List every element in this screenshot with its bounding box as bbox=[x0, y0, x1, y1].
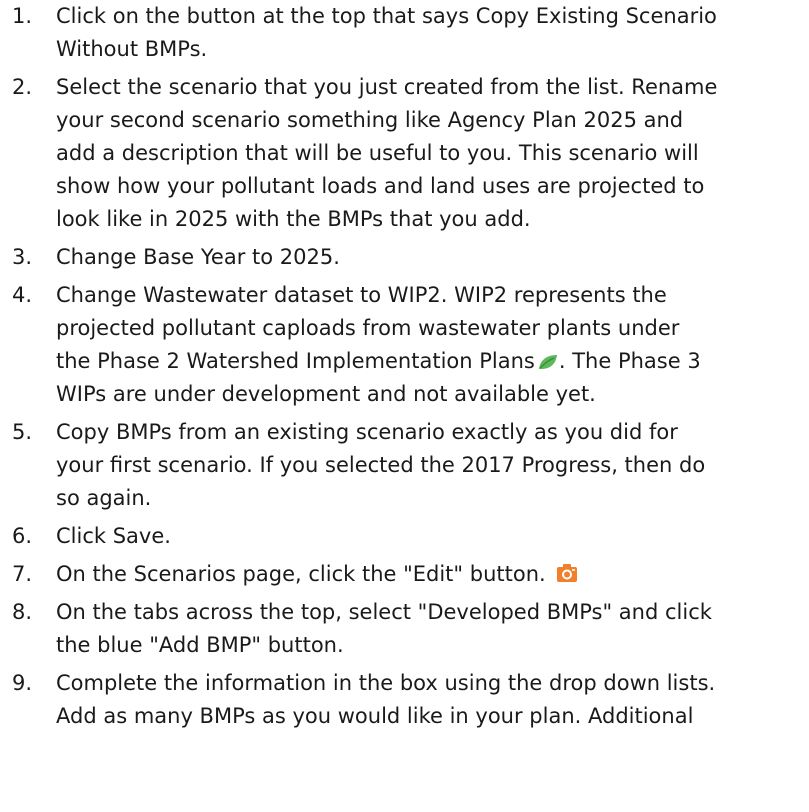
step-9: 9. Complete the information in the box u… bbox=[0, 667, 809, 733]
step-text-line: Change Wastewater dataset to WIP2. WIP2 … bbox=[56, 283, 667, 307]
step-1: 1. Click on the button at the top that s… bbox=[0, 0, 809, 66]
step-text-line: WIPs are under development and not avail… bbox=[56, 382, 596, 406]
step-text-line: Select the scenario that you just create… bbox=[56, 75, 718, 99]
step-text-line: the blue "Add BMP" button. bbox=[56, 633, 344, 657]
step-number: 2. bbox=[12, 75, 33, 99]
step-text-line: Add as many BMPs as you would like in yo… bbox=[56, 704, 694, 728]
step-number: 4. bbox=[12, 283, 33, 307]
step-text-line: your second scenario something like Agen… bbox=[56, 108, 684, 132]
step-text-line: the Phase 2 Watershed Implementation Pla… bbox=[56, 345, 809, 378]
step-8: 8. On the tabs across the top, select "D… bbox=[0, 596, 809, 662]
step-text-segment: the Phase 2 Watershed Implementation Pla… bbox=[56, 349, 535, 373]
step-text-line: Copy BMPs from an existing scenario exac… bbox=[56, 420, 678, 444]
camera-icon[interactable] bbox=[556, 563, 578, 583]
step-6: 6. Click Save. bbox=[0, 520, 809, 553]
step-text-line: your first scenario. If you selected the… bbox=[56, 453, 706, 477]
step-5: 5. Copy BMPs from an existing scenario e… bbox=[0, 416, 809, 515]
step-text-line: show how your pollutant loads and land u… bbox=[56, 174, 705, 198]
step-2: 2. Select the scenario that you just cre… bbox=[0, 71, 809, 236]
step-text-line: On the Scenarios page, click the "Edit" … bbox=[56, 558, 809, 591]
step-text-line: look like in 2025 with the BMPs that you… bbox=[56, 207, 531, 231]
step-text-line: Click Save. bbox=[56, 524, 171, 548]
step-4: 4. Change Wastewater dataset to WIP2. WI… bbox=[0, 279, 809, 411]
step-number: 8. bbox=[12, 600, 33, 624]
step-number: 6. bbox=[12, 524, 33, 548]
step-number: 9. bbox=[12, 671, 33, 695]
step-text-line: Click on the button at the top that says… bbox=[56, 4, 717, 28]
step-text-line: On the tabs across the top, select "Deve… bbox=[56, 600, 712, 624]
step-text-segment: On the Scenarios page, click the "Edit" … bbox=[56, 562, 546, 586]
instruction-steps-list: 1. Click on the button at the top that s… bbox=[0, 0, 809, 733]
step-3: 3. Change Base Year to 2025. bbox=[0, 241, 809, 274]
leaf-icon[interactable] bbox=[537, 353, 559, 371]
step-text-line: Without BMPs. bbox=[56, 37, 208, 61]
step-7: 7. On the Scenarios page, click the "Edi… bbox=[0, 558, 809, 591]
step-number: 5. bbox=[12, 420, 33, 444]
step-text-line: add a description that will be useful to… bbox=[56, 141, 699, 165]
step-number: 7. bbox=[12, 562, 33, 586]
step-text-line: so again. bbox=[56, 486, 152, 510]
step-text-line: projected pollutant caploads from wastew… bbox=[56, 316, 680, 340]
step-number: 3. bbox=[12, 245, 33, 269]
step-text-line: Change Base Year to 2025. bbox=[56, 245, 340, 269]
instruction-document: 1. Click on the button at the top that s… bbox=[0, 0, 809, 812]
step-text-segment: . The Phase 3 bbox=[558, 349, 701, 373]
step-number: 1. bbox=[12, 4, 33, 28]
step-text-line: Complete the information in the box usin… bbox=[56, 671, 716, 695]
